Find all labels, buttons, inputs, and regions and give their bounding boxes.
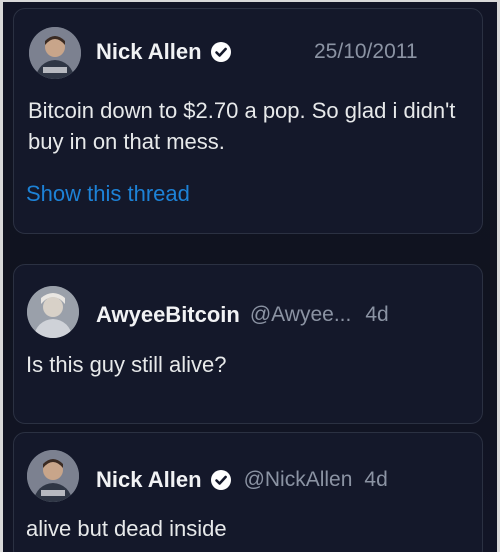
author-handle[interactable]: @NickAllen	[244, 468, 353, 492]
avatar[interactable]	[27, 450, 79, 502]
avatar-photo-icon	[29, 27, 81, 79]
screenshot: Nick Allen 25/10/2011 Bitcoin down to $2…	[0, 0, 500, 552]
author-name[interactable]: Nick Allen	[96, 39, 202, 65]
tweet-date[interactable]: 25/10/2011	[314, 40, 418, 64]
verified-badge-icon	[210, 469, 232, 491]
tweet-card[interactable]: Nick Allen 25/10/2011 Bitcoin down to $2…	[13, 8, 483, 234]
tweet-header: AwyeeBitcoin @Awyee... 4d	[96, 302, 389, 328]
tweet-time[interactable]: 4d	[365, 303, 388, 327]
tweet-text: Bitcoin down to $2.70 a pop. So glad i d…	[28, 98, 456, 154]
tweet-text: Is this guy still alive?	[26, 352, 227, 377]
tweet-header: Nick Allen @NickAllen 4d	[96, 467, 388, 493]
tweet-time[interactable]: 4d	[364, 468, 387, 492]
show-thread-link[interactable]: Show this thread	[26, 181, 190, 207]
avatar-photo-icon	[27, 450, 79, 502]
verified-badge-icon	[210, 41, 232, 63]
tweet-card[interactable]: Nick Allen @NickAllen 4d alive but dead …	[13, 432, 483, 552]
tweet-text: alive but dead inside	[26, 516, 227, 541]
avatar[interactable]	[27, 286, 79, 338]
author-name[interactable]: Nick Allen	[96, 467, 202, 493]
tweet-date-row: 25/10/2011	[314, 40, 418, 64]
author-name[interactable]: AwyeeBitcoin	[96, 302, 240, 328]
tweet-card[interactable]: AwyeeBitcoin @Awyee... 4d Is this guy st…	[13, 264, 483, 424]
avatar-photo-icon	[27, 286, 79, 338]
author-handle[interactable]: @Awyee...	[250, 303, 351, 327]
avatar[interactable]	[29, 27, 81, 79]
tweet-header: Nick Allen	[96, 39, 232, 65]
